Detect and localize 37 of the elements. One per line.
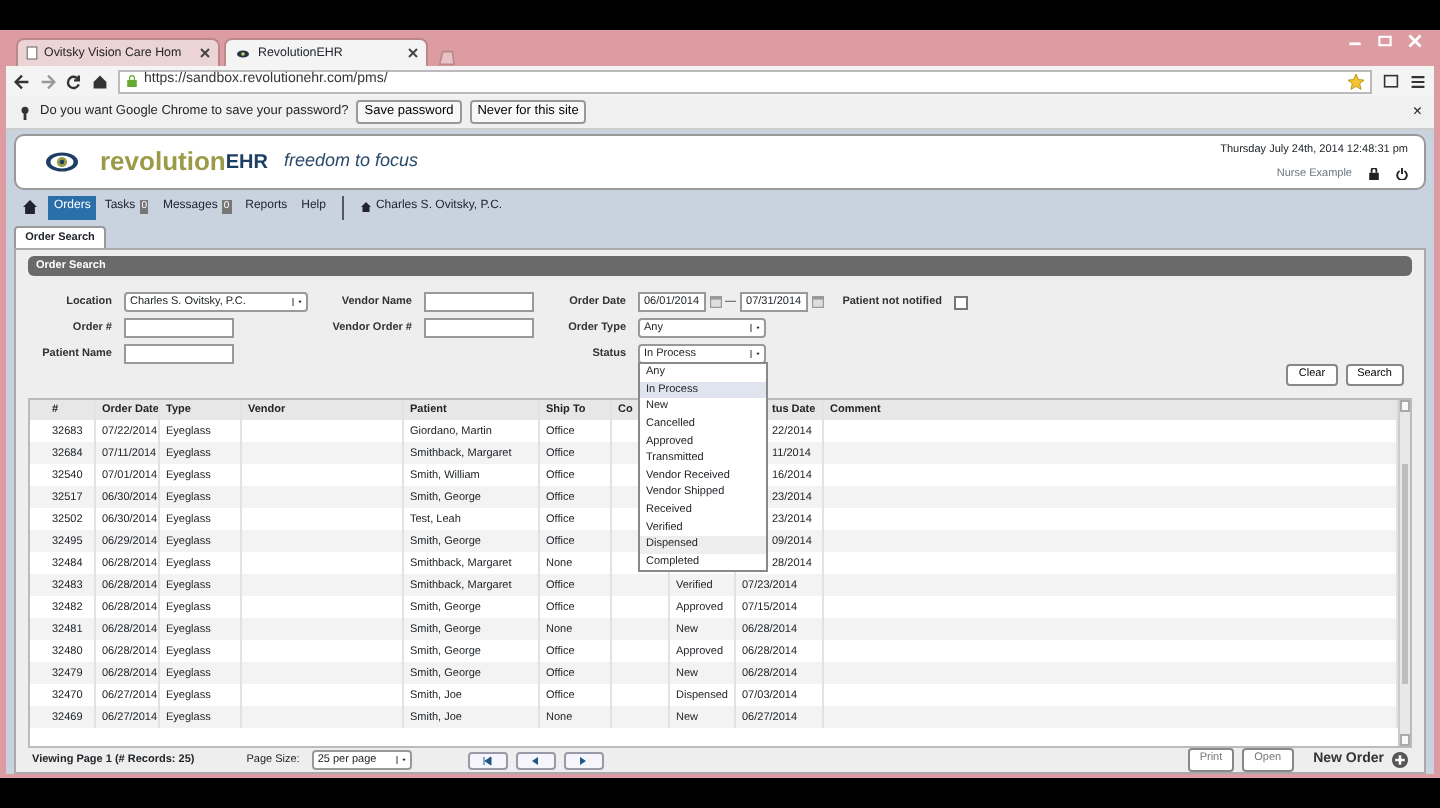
power-icon[interactable] — [1396, 168, 1408, 181]
home-icon[interactable] — [92, 73, 108, 89]
tagline: freedom to focus — [283, 148, 419, 175]
logo-text: revolution — [100, 144, 226, 181]
eye-icon — [234, 47, 252, 59]
lock-icon — [126, 74, 138, 88]
star-icon[interactable] — [1348, 73, 1364, 89]
first-page-icon — [482, 755, 493, 765]
close-icon[interactable] — [200, 48, 210, 58]
menu-icon[interactable] — [1410, 73, 1426, 89]
caret-icon — [395, 756, 406, 764]
input-field[interactable] — [124, 344, 234, 364]
input-field[interactable] — [424, 292, 534, 312]
pager-button[interactable] — [563, 751, 604, 769]
add-icon[interactable] — [1392, 751, 1408, 768]
pager-button[interactable] — [515, 751, 556, 769]
back-icon[interactable] — [14, 73, 30, 89]
close-icon[interactable]: × — [1412, 100, 1422, 124]
forward-icon[interactable] — [40, 73, 56, 89]
input-field[interactable] — [424, 318, 534, 338]
home-icon — [359, 202, 372, 212]
page-icon — [26, 46, 38, 60]
reload-icon[interactable] — [66, 73, 82, 89]
lock-icon[interactable] — [1368, 168, 1380, 181]
scrollbar[interactable] — [1398, 400, 1410, 746]
close-icon[interactable] — [408, 48, 418, 58]
previous-page-icon — [530, 755, 541, 765]
key-icon — [18, 103, 32, 121]
home-icon[interactable] — [22, 200, 38, 214]
caret-icon — [750, 350, 760, 358]
logo-text: EHR — [225, 149, 268, 177]
pager-button[interactable] — [467, 751, 508, 769]
input-field[interactable] — [124, 318, 234, 338]
caret-icon — [292, 298, 302, 306]
next-page-icon — [578, 755, 589, 765]
checkbox[interactable] — [954, 295, 968, 309]
caret-icon — [750, 324, 760, 332]
